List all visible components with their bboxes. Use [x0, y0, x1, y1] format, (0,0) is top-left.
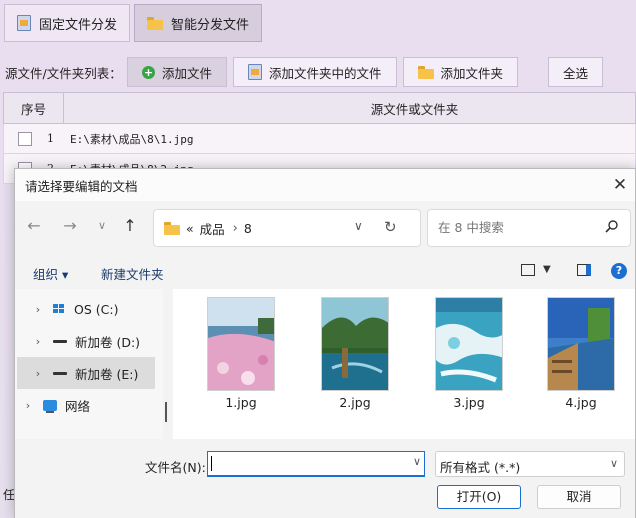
folder-icon — [147, 16, 164, 30]
column-path[interactable]: 源文件或文件夹 — [64, 93, 635, 123]
tab-label: 智能分发文件 — [171, 17, 250, 33]
row-path: E:\素材\成品\8\1.jpg — [70, 132, 194, 146]
add-folder-label: 添加文件夹 — [440, 65, 504, 81]
folder-icon — [164, 221, 180, 235]
file-name: 4.jpg — [565, 395, 597, 410]
forward-arrow-icon[interactable]: → — [59, 215, 81, 237]
navigation-pane: › OS (C:) › 新加卷 (D:) › 新加卷 (E:) › 网络 — [15, 289, 163, 439]
refresh-icon[interactable]: ↻ — [384, 218, 397, 236]
tree-item-e-drive[interactable]: › 新加卷 (E:) — [17, 357, 155, 389]
file-type-select[interactable]: 所有格式 (*.*) ∨ — [435, 451, 625, 477]
drive-icon — [53, 371, 67, 375]
image-thumbnail — [321, 297, 389, 391]
folder-add-icon — [417, 65, 434, 79]
tree-item-network[interactable]: › 网络 — [17, 389, 155, 421]
text-caret — [211, 456, 212, 471]
mode-tabs: 固定文件分发 智能分发文件 — [4, 4, 263, 42]
add-folder-button[interactable]: 添加文件夹 — [402, 57, 519, 87]
address-prefix[interactable]: « — [186, 221, 194, 236]
row-index: 1 — [47, 132, 54, 145]
select-all-label: 全选 — [563, 65, 589, 81]
expand-chevron-icon[interactable]: › — [29, 335, 47, 348]
select-all-button[interactable]: 全选 — [548, 57, 604, 87]
pane-splitter[interactable] — [165, 402, 167, 422]
source-list-label: 源文件/文件夹列表： — [5, 65, 122, 81]
recent-chevron-icon[interactable]: ∨ — [91, 215, 113, 237]
filename-input[interactable] — [207, 451, 425, 477]
source-toolbar: 源文件/文件夹列表： + 添加文件 添加文件夹中的文件 添加文件夹 全选 — [0, 56, 636, 88]
open-file-dialog: 请选择要编辑的文档 ✕ ← → ∨ ↑ « 成品 › 8 ∨ ↻ 组织 ▾ 新建… — [14, 168, 636, 518]
tree-label: 网络 — [65, 398, 91, 414]
chevron-down-icon: ∨ — [609, 457, 618, 470]
file-item[interactable]: 3.jpg — [419, 297, 519, 410]
file-name: 2.jpg — [339, 395, 371, 410]
dialog-title: 请选择要编辑的文档 — [15, 169, 635, 201]
tree-label: OS (C:) — [74, 301, 119, 317]
image-thumbnail — [547, 297, 615, 391]
up-arrow-icon[interactable]: ↑ — [119, 215, 141, 237]
dialog-footer: 文件名(N): ∨ 所有格式 (*.*) ∨ 打开(O) 取消 — [15, 439, 635, 518]
document-icon — [17, 15, 31, 31]
tab-fixed-distribute[interactable]: 固定文件分发 — [4, 4, 131, 42]
back-arrow-icon[interactable]: ← — [23, 215, 45, 237]
search-icon[interactable] — [604, 219, 620, 238]
plus-icon: + — [142, 65, 155, 79]
filename-dropdown-icon[interactable]: ∨ — [413, 455, 421, 468]
document-icon — [248, 64, 263, 80]
navigation-bar: ← → ∨ ↑ « 成品 › 8 ∨ ↻ — [15, 205, 635, 247]
add-folder-files-label: 添加文件夹中的文件 — [269, 65, 382, 81]
windows-drive-icon — [53, 303, 66, 315]
breadcrumb-separator-icon: › — [232, 220, 238, 236]
search-input[interactable] — [438, 220, 598, 235]
file-name: 1.jpg — [225, 395, 257, 410]
cancel-button[interactable]: 取消 — [537, 485, 621, 509]
view-chevron-icon[interactable]: ▼ — [543, 264, 551, 275]
breadcrumb-item[interactable]: 成品 — [200, 219, 225, 238]
add-file-label: 添加文件 — [162, 65, 213, 81]
row-checkbox[interactable] — [18, 131, 32, 146]
help-icon[interactable]: ? — [611, 263, 627, 279]
organize-button[interactable]: 组织 ▾ — [33, 264, 68, 283]
file-name: 3.jpg — [453, 395, 485, 410]
add-folder-files-button[interactable]: 添加文件夹中的文件 — [233, 57, 397, 87]
file-type-value: 所有格式 (*.*) — [440, 460, 521, 475]
filename-label: 文件名(N): — [145, 460, 206, 475]
view-mode-icon[interactable] — [521, 264, 535, 276]
image-thumbnail — [207, 297, 275, 391]
preview-pane-icon[interactable] — [577, 264, 591, 276]
tree-item-d-drive[interactable]: › 新加卷 (D:) — [17, 325, 155, 357]
address-bar[interactable]: « 成品 › 8 ∨ ↻ — [153, 209, 421, 247]
add-file-button[interactable]: + 添加文件 — [127, 57, 228, 87]
breadcrumb-item[interactable]: 8 — [244, 221, 252, 236]
command-bar: 组织 ▾ 新建文件夹 ▼ ? — [15, 255, 635, 289]
tree-label: 新加卷 (E:) — [75, 366, 139, 382]
file-list: 1.jpg 2.jpg 3.jpg 4.jpg — [173, 289, 635, 439]
table-row[interactable]: 1 E:\素材\成品\8\1.jpg — [3, 124, 636, 154]
expand-chevron-icon[interactable]: › — [19, 399, 37, 412]
table-header: 序号 源文件或文件夹 — [3, 92, 636, 124]
close-icon[interactable]: ✕ — [609, 174, 631, 196]
network-icon — [43, 399, 57, 413]
image-thumbnail — [435, 297, 503, 391]
expand-chevron-icon[interactable]: › — [29, 303, 47, 316]
expand-chevron-icon[interactable]: › — [29, 367, 47, 380]
tab-smart-distribute[interactable]: 智能分发文件 — [134, 4, 263, 42]
tree-item-c-drive[interactable]: › OS (C:) — [17, 293, 155, 325]
file-item[interactable]: 2.jpg — [305, 297, 405, 410]
file-item[interactable]: 4.jpg — [531, 297, 631, 410]
tab-label: 固定文件分发 — [39, 17, 118, 33]
new-folder-button[interactable]: 新建文件夹 — [101, 264, 164, 283]
chevron-down-icon[interactable]: ∨ — [354, 219, 363, 233]
file-item[interactable]: 1.jpg — [191, 297, 291, 410]
open-button[interactable]: 打开(O) — [437, 485, 521, 509]
column-index[interactable]: 序号 — [4, 93, 64, 123]
drive-icon — [53, 339, 67, 343]
search-box[interactable] — [427, 209, 631, 247]
tree-label: 新加卷 (D:) — [75, 334, 141, 350]
